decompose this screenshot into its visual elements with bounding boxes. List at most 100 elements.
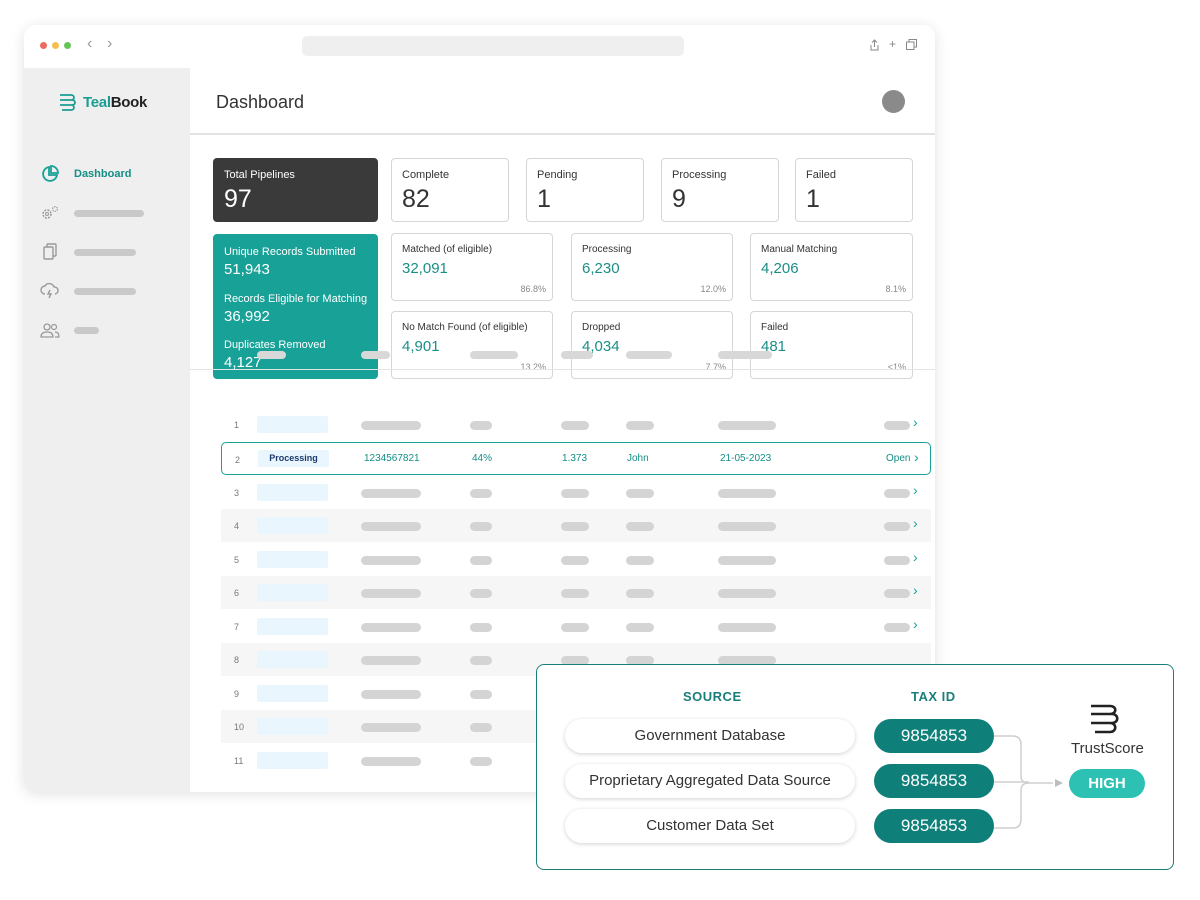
source-header: SOURCE bbox=[683, 689, 742, 704]
summary-card-complete[interactable]: Complete 82 bbox=[391, 158, 509, 222]
action-placeholder[interactable] bbox=[884, 556, 910, 565]
table-row[interactable]: 1 › bbox=[221, 408, 931, 441]
column-header-placeholder[interactable] bbox=[718, 351, 772, 359]
row-status bbox=[257, 651, 328, 668]
column-header-placeholder[interactable] bbox=[561, 351, 593, 359]
sidebar-item-placeholder bbox=[74, 287, 136, 295]
row-number: 2 bbox=[235, 455, 241, 465]
row-number: 1 bbox=[234, 420, 240, 430]
cell-placeholder bbox=[361, 556, 421, 565]
stat-label: Failed bbox=[761, 322, 789, 333]
row-status: Processing bbox=[258, 450, 329, 467]
chevron-right-icon[interactable]: › bbox=[913, 616, 918, 632]
cell-placeholder bbox=[470, 723, 492, 732]
action-placeholder[interactable] bbox=[884, 489, 910, 498]
address-bar[interactable] bbox=[302, 36, 684, 56]
sidebar-item-documents[interactable] bbox=[40, 242, 136, 262]
sidebar-item-users[interactable] bbox=[40, 320, 99, 340]
column-header-placeholder[interactable] bbox=[470, 351, 518, 359]
minimize-window-button[interactable] bbox=[52, 42, 59, 49]
row-status bbox=[257, 484, 328, 501]
table-row-selected[interactable]: 2 Processing 1234567821 44% 1.373 John 21-05-2… bbox=[221, 442, 931, 475]
column-header-placeholder[interactable] bbox=[257, 351, 286, 359]
cell-placeholder bbox=[470, 623, 492, 632]
share-icon[interactable] bbox=[869, 39, 880, 51]
card-value: 82 bbox=[402, 185, 430, 213]
cell-placeholder bbox=[718, 623, 776, 632]
cell-placeholder bbox=[626, 522, 654, 531]
back-arrow-icon[interactable]: ‹ bbox=[87, 35, 92, 53]
cloud-lightning-icon bbox=[40, 281, 60, 301]
tabs-overview-icon[interactable] bbox=[906, 39, 917, 50]
stat-percent: 13.2% bbox=[520, 362, 546, 372]
open-link[interactable]: Open bbox=[886, 453, 910, 464]
stat-percent: 12.0% bbox=[700, 284, 726, 294]
cell-placeholder bbox=[718, 589, 776, 598]
cell-placeholder bbox=[470, 489, 492, 498]
maximize-window-button[interactable] bbox=[64, 42, 71, 49]
sidebar-item-placeholder bbox=[74, 248, 136, 256]
cell-placeholder bbox=[561, 589, 589, 598]
new-tab-icon[interactable]: + bbox=[887, 38, 898, 50]
row-number: 11 bbox=[234, 756, 244, 766]
summary-card-total[interactable]: Total Pipelines 97 bbox=[213, 158, 378, 222]
action-placeholder[interactable] bbox=[884, 623, 910, 632]
chevron-right-icon[interactable]: › bbox=[913, 414, 918, 430]
trustscore-level-badge: HIGH bbox=[1069, 769, 1145, 798]
chevron-right-icon[interactable]: › bbox=[913, 582, 918, 598]
row-date: 21-05-2023 bbox=[720, 453, 772, 464]
chevron-right-icon[interactable]: › bbox=[913, 482, 918, 498]
row-id: 1234567821 bbox=[364, 453, 420, 464]
table-row[interactable]: 6 › bbox=[221, 576, 931, 609]
sidebar-item-settings[interactable] bbox=[40, 203, 144, 223]
row-number: 4 bbox=[234, 521, 240, 531]
chevron-right-icon[interactable]: › bbox=[913, 515, 918, 531]
sidebar-item-placeholder bbox=[74, 326, 99, 334]
table-row[interactable]: 4 › bbox=[221, 509, 931, 542]
stat-percent: 86.8% bbox=[520, 284, 546, 294]
action-placeholder[interactable] bbox=[884, 589, 910, 598]
sidebar: TealBook Dashboard bbox=[24, 68, 190, 792]
table-row[interactable]: 3 › bbox=[221, 476, 931, 509]
forward-arrow-icon[interactable]: › bbox=[107, 35, 112, 53]
row-number: 6 bbox=[234, 588, 240, 598]
row-status bbox=[257, 618, 328, 635]
row-status bbox=[257, 584, 328, 601]
stat-card-manual-matching[interactable]: Manual Matching 4,206 8.1% bbox=[750, 233, 913, 301]
action-placeholder[interactable] bbox=[884, 421, 910, 430]
chevron-right-icon[interactable]: › bbox=[914, 449, 919, 465]
cell-placeholder bbox=[470, 589, 492, 598]
table-row[interactable]: 7 › bbox=[221, 610, 931, 643]
tealbook-logo-icon bbox=[60, 94, 76, 111]
cell-placeholder bbox=[361, 723, 421, 732]
stat-card-processing[interactable]: Processing 6,230 12.0% bbox=[571, 233, 733, 301]
summary-card-failed[interactable]: Failed 1 bbox=[795, 158, 913, 222]
cell-placeholder bbox=[361, 757, 421, 766]
column-header-placeholder[interactable] bbox=[626, 351, 672, 359]
chevron-right-icon[interactable]: › bbox=[913, 549, 918, 565]
tealbook-logo[interactable]: TealBook bbox=[59, 92, 147, 112]
row-number: 5 bbox=[234, 555, 240, 565]
user-avatar[interactable] bbox=[882, 90, 905, 113]
summary-card-pending[interactable]: Pending 1 bbox=[526, 158, 644, 222]
stat-card-matched[interactable]: Matched (of eligible) 32,091 86.8% bbox=[391, 233, 553, 301]
card-label: Total Pipelines bbox=[224, 169, 295, 181]
column-header-placeholder[interactable] bbox=[361, 351, 390, 359]
sidebar-item-dashboard[interactable]: Dashboard bbox=[40, 164, 131, 184]
cell-placeholder bbox=[470, 656, 492, 665]
stat-label: Manual Matching bbox=[761, 244, 838, 255]
sidebar-item-cloud[interactable] bbox=[40, 281, 136, 301]
page-title: Dashboard bbox=[216, 92, 305, 112]
cell-placeholder bbox=[361, 522, 421, 531]
source-pill: Proprietary Aggregated Data Source bbox=[565, 764, 855, 798]
unique-records-value: 51,943 bbox=[224, 261, 270, 278]
table-row[interactable]: 5 › bbox=[221, 543, 931, 576]
summary-card-processing[interactable]: Processing 9 bbox=[661, 158, 779, 222]
users-icon bbox=[40, 320, 60, 340]
action-placeholder[interactable] bbox=[884, 522, 910, 531]
card-value: 9 bbox=[672, 185, 686, 213]
cell-placeholder bbox=[561, 522, 589, 531]
row-number: 8 bbox=[234, 655, 240, 665]
cell-placeholder bbox=[470, 556, 492, 565]
close-window-button[interactable] bbox=[40, 42, 47, 49]
